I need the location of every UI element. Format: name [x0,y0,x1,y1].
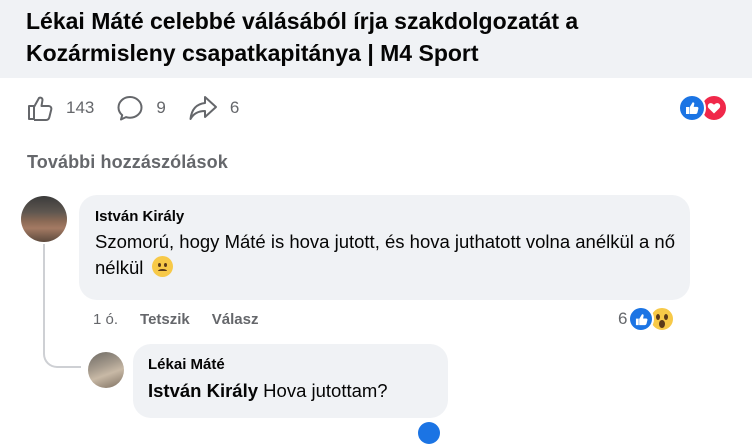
post-action-bar: 143 9 6 [26,88,261,128]
reply-mention-link[interactable]: István Király [148,380,258,401]
post-headline[interactable]: Lékai Máté celebbé válásából írja szakdo… [0,0,752,78]
comment-bubble-icon [117,96,143,121]
comment-body: Szomorú, hogy Máté is hova jutott, és ho… [95,231,676,278]
comment-text: Szomorú, hogy Máté is hova jutott, és ho… [95,229,690,281]
headline-line-1: Lékai Máté celebbé válásából írja szakdo… [26,8,579,34]
sad-face-emoji [152,256,174,277]
comment-timestamp[interactable]: 1 ó. [93,311,118,328]
reply-bubble: Lékai Máté István Király Hova jutottam? [133,344,448,418]
like-count: 143 [66,98,95,117]
comment-author[interactable]: István Király [95,208,690,225]
reply-body: Hova jutottam? [263,380,388,401]
like-reaction-icon [628,306,655,332]
comment-count: 9 [156,98,166,117]
comment-bubble: István Király Szomorú, hogy Máté is hova… [79,195,690,300]
post-reactions[interactable] [678,94,728,122]
like-reaction-icon [678,94,706,122]
comment-like-button[interactable]: Tetszik [140,311,190,328]
avatar[interactable] [21,196,67,242]
more-comments-link[interactable]: További hozzászólások [27,152,228,173]
comment-button[interactable]: 9 [116,94,166,122]
thumbs-up-icon [28,96,53,121]
comment-meta: 1 ó. Tetszik Válasz [93,311,280,328]
reply-thread-line [43,244,81,368]
share-button[interactable]: 6 [188,94,239,122]
like-reaction-icon [418,422,440,444]
reply-author[interactable]: Lékai Máté [148,356,448,373]
share-count: 6 [229,98,240,117]
reply-text: István Király Hova jutottam? [148,378,448,404]
headline-line-2: Kozármisleny csapatkapitánya | M4 Sport [26,40,479,66]
comment-reply-button[interactable]: Válasz [212,311,259,328]
comment-reaction-count: 6 [618,309,628,328]
like-button[interactable]: 143 [26,94,94,122]
comment-reactions[interactable]: 6 [618,306,676,332]
share-arrow-icon [189,96,217,120]
reply-avatar[interactable] [88,352,124,388]
